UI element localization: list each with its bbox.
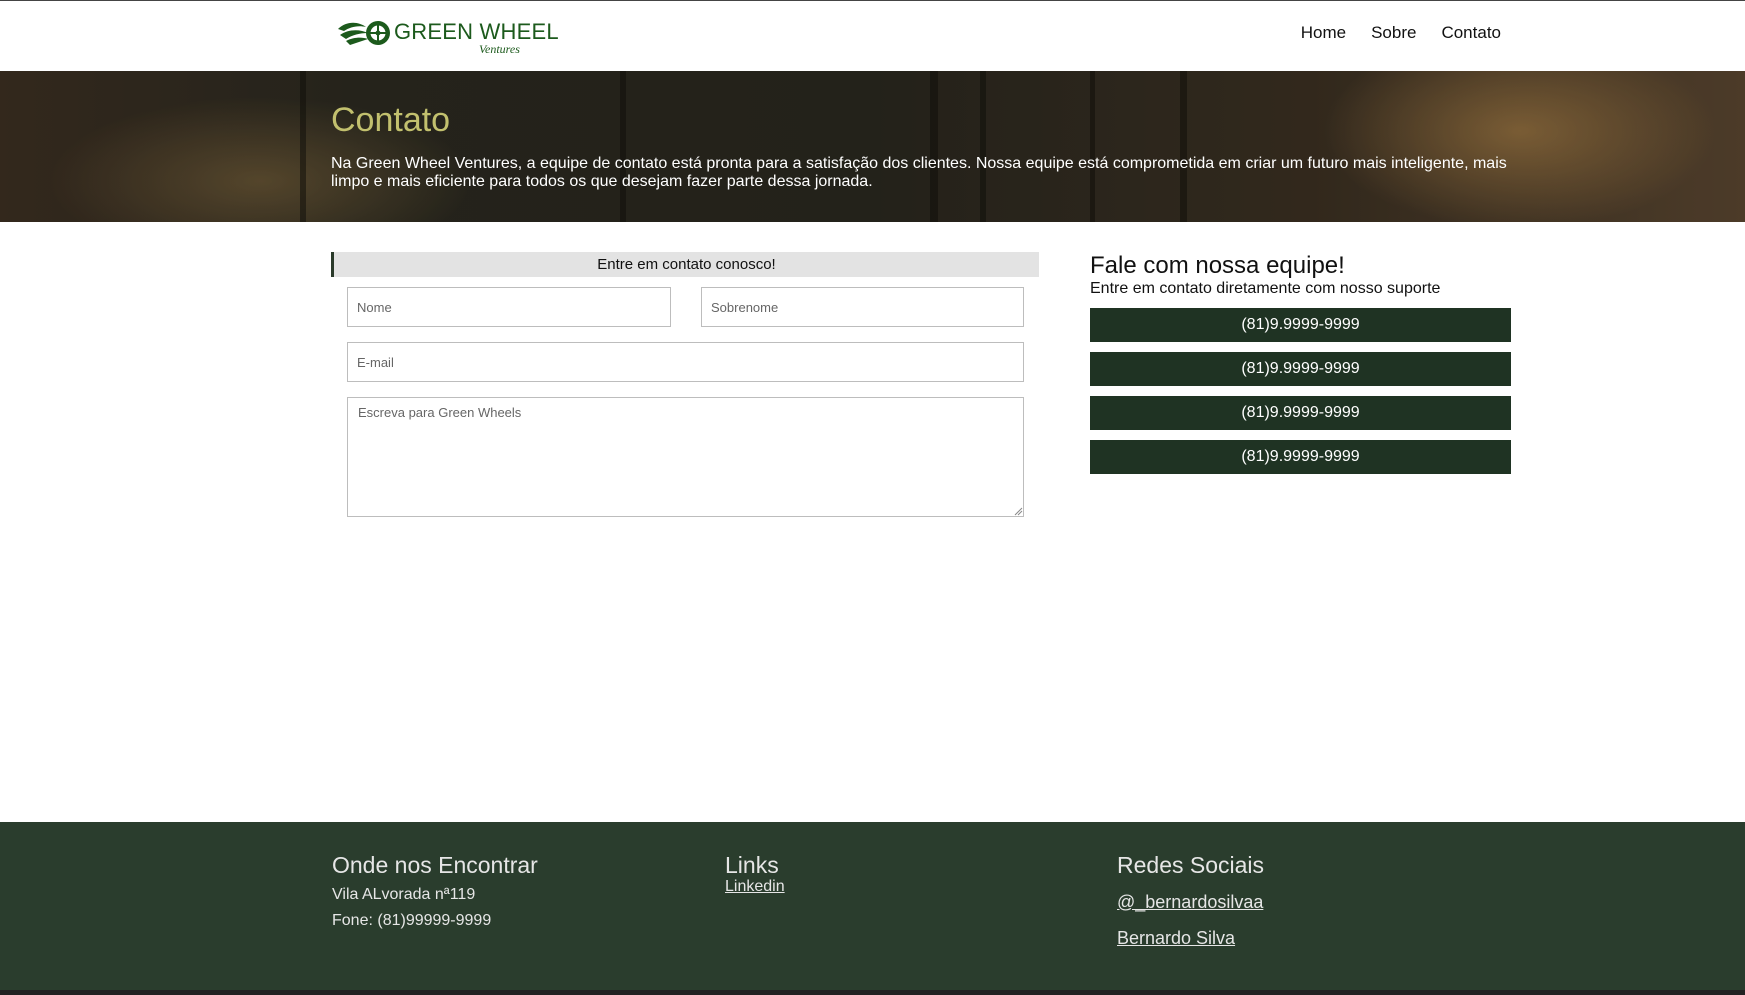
footer-social-title: Redes Sociais	[1117, 852, 1265, 878]
phone-button[interactable]: (81)9.9999-9999	[1090, 396, 1511, 430]
team-title: Fale com nossa equipe!	[1090, 252, 1345, 279]
hero-overlay	[0, 71, 1745, 222]
nav-contato-link[interactable]: Contato	[1441, 23, 1501, 43]
footer-location-title: Onde nos Encontrar	[332, 852, 538, 878]
main-nav: Home Sobre Contato	[1301, 23, 1501, 43]
footer-address: Vila ALvorada nª119	[332, 886, 476, 903]
email-input[interactable]	[347, 342, 1024, 382]
first-name-input[interactable]	[347, 287, 671, 327]
green-wheel-logo[interactable]: GREEN WHEEL Ventures	[336, 13, 559, 57]
hero-description: Na Green Wheel Ventures, a equipe de con…	[331, 155, 1507, 190]
nav-sobre-link[interactable]: Sobre	[1371, 23, 1416, 43]
site-footer: Onde nos Encontrar Vila ALvorada nª119 F…	[0, 822, 1745, 995]
hero-banner: Contato Na Green Wheel Ventures, a equip…	[0, 71, 1745, 222]
phone-button[interactable]: (81)9.9999-9999	[1090, 308, 1511, 342]
nav-home-link[interactable]: Home	[1301, 23, 1346, 43]
footer-instagram-link[interactable]: @_bernardosilvaa	[1117, 892, 1263, 913]
message-textarea[interactable]	[347, 397, 1024, 517]
last-name-input[interactable]	[701, 287, 1024, 327]
footer-links-title: Links	[725, 852, 779, 878]
page-bottom-border	[0, 990, 1745, 995]
top-navbar: GREEN WHEEL Ventures Home Sobre Contato	[0, 0, 1745, 71]
footer-profile-link[interactable]: Bernardo Silva	[1117, 928, 1235, 949]
logo-title: GREEN WHEEL	[394, 19, 559, 44]
wheel-flame-icon	[338, 21, 390, 45]
footer-linkedin-link[interactable]: Linkedin	[725, 878, 785, 896]
phone-button[interactable]: (81)9.9999-9999	[1090, 352, 1511, 386]
footer-phone: Fone: (81)99999-9999	[332, 912, 492, 929]
contact-form-header: Entre em contato conosco!	[331, 252, 1039, 277]
page-title: Contato	[331, 101, 451, 139]
team-subtitle: Entre em contato diretamente com nosso s…	[1090, 280, 1441, 297]
resize-grip-icon[interactable]	[1013, 506, 1023, 516]
logo-subtitle: Ventures	[479, 42, 520, 56]
phone-button[interactable]: (81)9.9999-9999	[1090, 440, 1511, 474]
